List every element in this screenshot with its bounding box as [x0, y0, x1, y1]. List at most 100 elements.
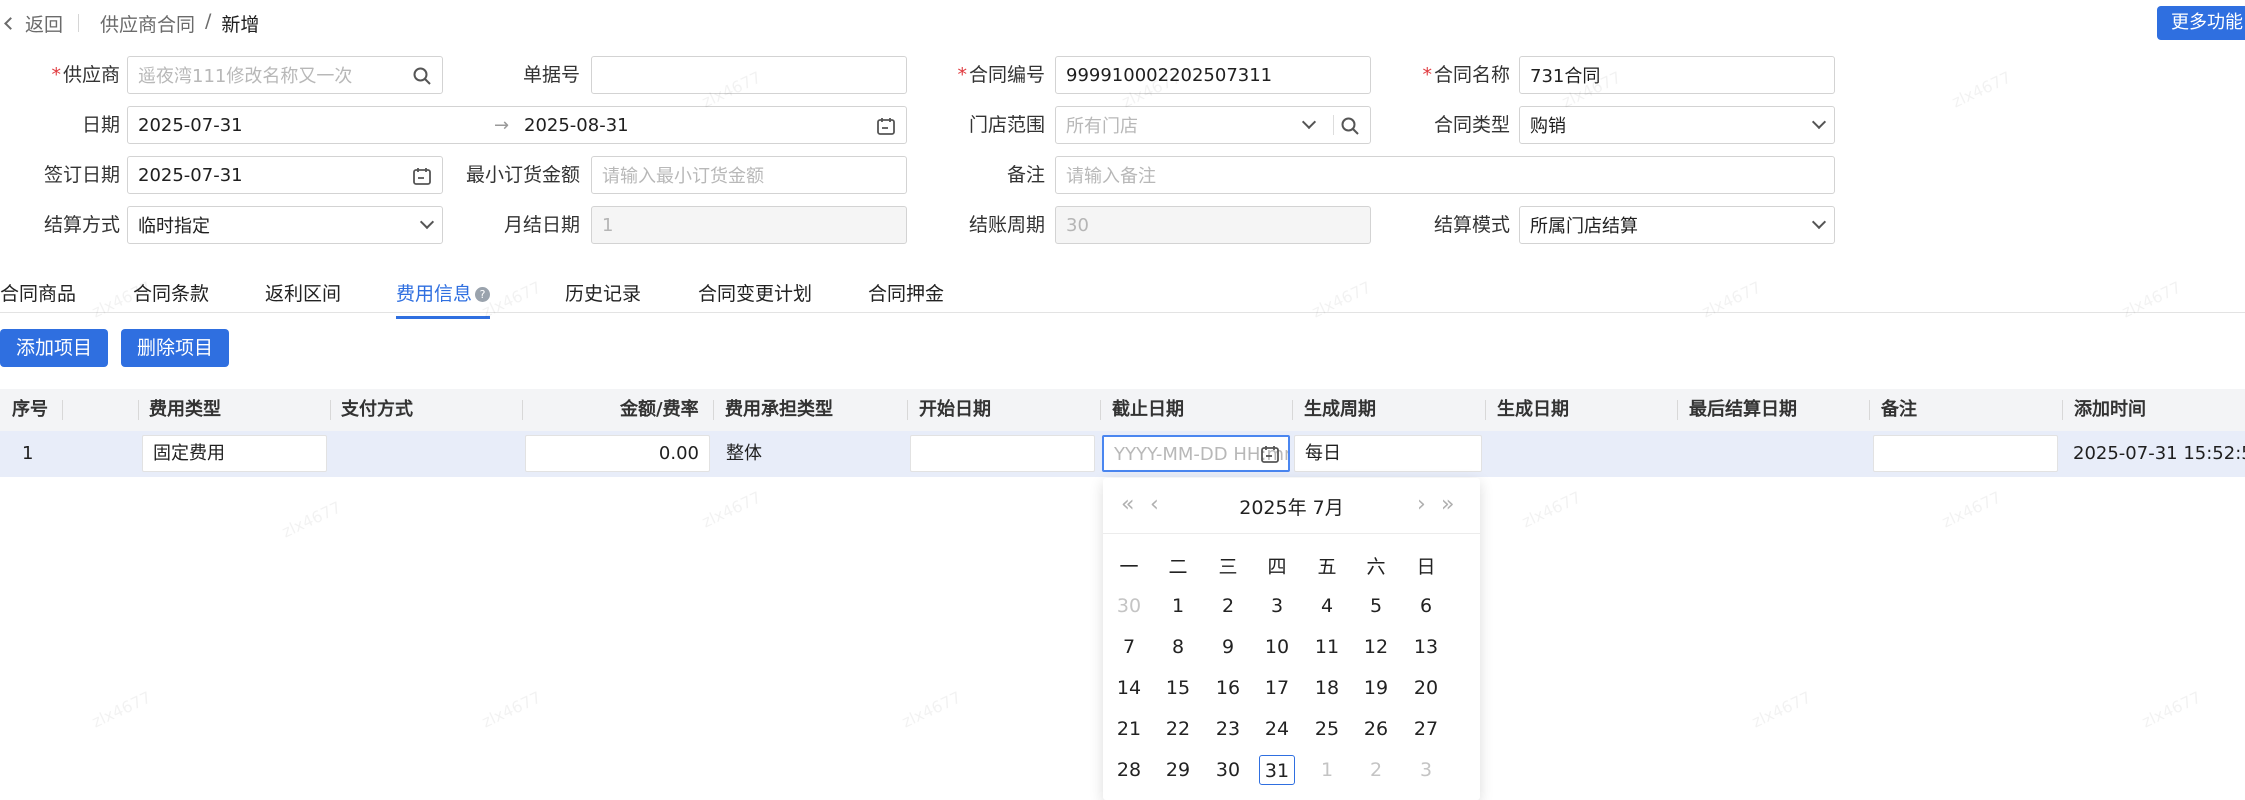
date-picker-header: « ‹ 2025年 7月 › » — [1103, 478, 1480, 534]
calendar-day[interactable]: 12 — [1358, 632, 1394, 662]
calendar-day[interactable]: 3 — [1408, 755, 1444, 785]
settle-method-select[interactable]: 临时指定 — [127, 206, 443, 244]
doc-no-label: 单据号 — [522, 64, 580, 86]
settle-mode-select[interactable]: 所属门店结算 — [1519, 206, 1835, 244]
calendar-day[interactable]: 24 — [1259, 714, 1295, 744]
back-label: 返回 — [25, 14, 64, 36]
supplier-input[interactable]: 遥夜湾111修改名称又一次 — [127, 56, 443, 94]
calendar-day[interactable]: 16 — [1210, 673, 1246, 703]
weekday-label: 二 — [1168, 556, 1188, 578]
next-month-icon[interactable]: › — [1417, 492, 1426, 517]
amount-cell[interactable]: 0.00 — [525, 435, 710, 472]
start-date-cell[interactable] — [910, 435, 1095, 472]
watermark: zlx4677 — [278, 497, 345, 542]
row-index: 1 — [22, 443, 34, 464]
range-arrow: → — [494, 114, 510, 136]
col-bearer: 费用承担类型 — [725, 399, 833, 420]
calendar-day[interactable]: 30 — [1111, 591, 1147, 621]
calendar-day[interactable]: 19 — [1358, 673, 1394, 703]
calendar-day[interactable]: 18 — [1309, 673, 1345, 703]
calendar-day[interactable]: 21 — [1111, 714, 1147, 744]
back-link[interactable]: 返回 — [4, 10, 64, 37]
calendar-day[interactable]: 5 — [1358, 591, 1394, 621]
date-label: 日期 — [81, 114, 120, 136]
calendar-day[interactable]: 20 — [1408, 673, 1444, 703]
calendar-day[interactable]: 7 — [1111, 632, 1147, 662]
tab-fee-info[interactable]: 费用信息? — [396, 279, 491, 319]
more-functions-button[interactable]: 更多功能 — [2157, 6, 2245, 40]
calendar-day[interactable]: 1 — [1160, 591, 1196, 621]
calendar-day[interactable]: 6 — [1408, 591, 1444, 621]
calendar-day[interactable]: 25 — [1309, 714, 1345, 744]
top-bar: 返回 供应商合同 / 新增 更多功能 — [0, 0, 2245, 46]
watermark: zlx4677 — [898, 687, 965, 732]
calendar-day[interactable]: 13 — [1408, 632, 1444, 662]
col-end-date: 截止日期 — [1112, 399, 1184, 420]
calendar-day[interactable]: 1 — [1309, 755, 1345, 785]
chevron-down-icon — [419, 214, 435, 230]
chevron-down-icon — [1811, 214, 1827, 230]
supplier-label: 供应商 — [0, 56, 120, 94]
settle-method-label: 结算方式 — [43, 214, 120, 236]
calendar-day[interactable]: 15 — [1160, 673, 1196, 703]
calendar-day[interactable]: 26 — [1358, 714, 1394, 744]
watermark: zlx4677 — [1948, 67, 2015, 112]
delete-item-button[interactable]: 删除项目 — [121, 329, 230, 367]
tab-rebate-range[interactable]: 返利区间 — [265, 279, 341, 306]
add-item-button[interactable]: 添加项目 — [0, 329, 109, 367]
breadcrumb-separator: / — [205, 10, 212, 32]
remark-input[interactable]: 请输入备注 — [1055, 156, 1835, 194]
date-start: 2025-07-31 — [138, 114, 243, 136]
calendar-day[interactable]: 11 — [1309, 632, 1345, 662]
sign-date-input[interactable]: 2025-07-31 — [127, 156, 443, 194]
breadcrumb: 供应商合同 / 新增 — [100, 10, 259, 37]
remark-cell[interactable] — [1873, 435, 2058, 472]
tab-deposit[interactable]: 合同押金 — [868, 279, 944, 306]
contract-name-input[interactable]: 731合同 — [1519, 56, 1835, 94]
col-amount: 金额/费率 — [620, 399, 699, 420]
calendar-day[interactable]: 17 — [1259, 673, 1295, 703]
next-year-icon[interactable]: » — [1441, 492, 1454, 517]
calendar-day[interactable]: 14 — [1111, 673, 1147, 703]
calendar-day[interactable]: 4 — [1309, 591, 1345, 621]
contract-no-input[interactable]: 999910002202507311 — [1055, 56, 1371, 94]
added-time-cell: 2025-07-31 15:52:53 — [2073, 443, 2245, 464]
weekday-label: 四 — [1267, 556, 1287, 578]
date-range-input[interactable]: 2025-07-31 → 2025-08-31 — [127, 106, 907, 144]
calendar-day[interactable]: 30 — [1210, 755, 1246, 785]
calendar-day[interactable]: 22 — [1160, 714, 1196, 744]
tab-history[interactable]: 历史记录 — [565, 279, 641, 306]
end-date-cell[interactable]: YYYY-MM-DD HH:mm:ss — [1102, 435, 1290, 472]
calendar-day[interactable]: 3 — [1259, 591, 1295, 621]
table-row[interactable]: 1 固定费用 0.00 整体 YYYY-MM-DD HH:mm:ss 每日 20… — [0, 431, 2245, 477]
tab-bar: 合同商品 合同条款 返利区间 费用信息? 历史记录 合同变更计划 合同押金 — [0, 275, 2245, 319]
min-order-label: 最小订货金额 — [465, 164, 580, 186]
billing-cycle-label: 结账周期 — [968, 214, 1045, 236]
remark-label: 备注 — [1006, 164, 1045, 186]
calendar-day[interactable]: 9 — [1210, 632, 1246, 662]
calendar-day[interactable]: 23 — [1210, 714, 1246, 744]
calendar-day[interactable]: 29 — [1160, 755, 1196, 785]
calendar-day[interactable]: 27 — [1408, 714, 1444, 744]
divider — [1333, 115, 1334, 135]
cycle-cell[interactable]: 每日 — [1294, 435, 1482, 472]
calendar-day[interactable]: 2 — [1358, 755, 1394, 785]
store-scope-select[interactable]: 所有门店 — [1055, 106, 1371, 144]
calendar-day[interactable]: 31 — [1259, 755, 1295, 785]
billing-cycle-input: 30 — [1055, 206, 1371, 244]
col-start-date: 开始日期 — [919, 399, 991, 420]
calendar-day[interactable]: 2 — [1210, 591, 1246, 621]
calendar-day[interactable]: 28 — [1111, 755, 1147, 785]
min-order-input[interactable]: 请输入最小订货金额 — [591, 156, 907, 194]
weekday-label: 一 — [1119, 556, 1139, 578]
column-divider — [62, 400, 63, 420]
watermark: zlx4677 — [1518, 487, 1585, 532]
tab-contract-goods[interactable]: 合同商品 — [0, 279, 76, 306]
calendar-day[interactable]: 8 — [1160, 632, 1196, 662]
tab-change-plan[interactable]: 合同变更计划 — [698, 279, 812, 306]
watermark: zlx4677 — [1748, 687, 1815, 732]
chevron-down-icon — [1301, 114, 1317, 130]
calendar-day[interactable]: 10 — [1259, 632, 1295, 662]
fee-type-cell[interactable]: 固定费用 — [142, 435, 327, 472]
breadcrumb-parent[interactable]: 供应商合同 — [100, 10, 195, 37]
